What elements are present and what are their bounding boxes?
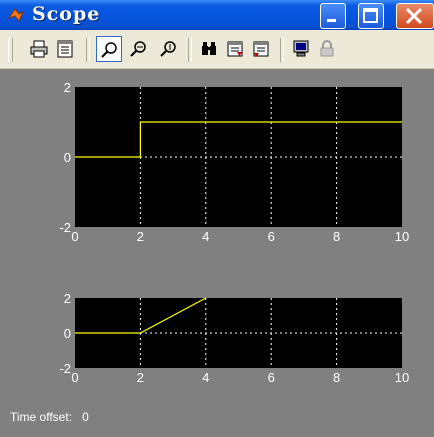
- close-icon: [405, 7, 423, 25]
- minimize-icon: [327, 19, 336, 22]
- zoom-button[interactable]: [96, 36, 122, 62]
- x-tick-label: 4: [202, 229, 209, 244]
- zoom-icon: [101, 42, 117, 58]
- parameters-button[interactable]: [52, 36, 78, 62]
- scope-window: Scope 0 2 4 6 8 10 2 0 -2 0 2 4 6 8 10 2…: [0, 0, 434, 437]
- zoom-x-icon: [130, 41, 146, 57]
- x-tick-label: 2: [137, 370, 144, 385]
- x-tick-label: 10: [395, 370, 409, 385]
- restore-axes-icon: [253, 41, 269, 57]
- y-tick-label: 2: [64, 80, 71, 95]
- status-bar: Time offset: 0: [10, 410, 89, 424]
- minimize-button[interactable]: [320, 3, 346, 29]
- x-tick-label: 0: [71, 370, 78, 385]
- scope-plots: 0 2 4 6 8 1020-20 2 4 6 8 1020-2: [59, 80, 409, 385]
- y-tick-label: -2: [59, 220, 71, 235]
- y-tick-label: 0: [64, 326, 71, 341]
- lock-icon: [320, 40, 334, 57]
- zoom-y-icon: [160, 41, 176, 57]
- lock-axes-button[interactable]: [314, 36, 340, 62]
- x-tick-label: 6: [268, 229, 275, 244]
- toolbar-separator: [86, 38, 90, 62]
- title-bar[interactable]: Scope: [0, 0, 434, 30]
- toolbar-separator: [188, 38, 192, 62]
- x-tick-label: 6: [268, 370, 275, 385]
- toolbar-separator: [280, 38, 284, 62]
- floating-scope-button[interactable]: [288, 36, 314, 62]
- time-offset-label: Time offset:: [10, 410, 73, 424]
- toolbar-grip[interactable]: [8, 38, 13, 62]
- maximize-button[interactable]: [358, 3, 384, 29]
- save-axes-icon: [227, 41, 243, 57]
- y-tick-label: 0: [64, 150, 71, 165]
- x-tick-label: 8: [333, 229, 340, 244]
- x-tick-label: 10: [395, 229, 409, 244]
- save-axes-button[interactable]: [222, 36, 248, 62]
- time-offset-value: 0: [82, 410, 89, 424]
- y-tick-label: 2: [64, 291, 71, 306]
- x-tick-label: 0: [71, 229, 78, 244]
- close-button[interactable]: [396, 3, 434, 29]
- restore-axes-button[interactable]: [248, 36, 274, 62]
- window-title: Scope: [32, 3, 101, 25]
- printer-icon: [30, 40, 48, 58]
- x-tick-label: 2: [137, 229, 144, 244]
- parameters-icon: [57, 40, 73, 58]
- binoculars-icon: [202, 42, 216, 55]
- x-tick-label: 8: [333, 370, 340, 385]
- print-button[interactable]: [26, 36, 52, 62]
- matlab-icon: [7, 8, 25, 22]
- zoom-y-button[interactable]: [156, 36, 182, 62]
- zoom-x-button[interactable]: [126, 36, 152, 62]
- toolbar: [0, 30, 434, 69]
- monitor-icon: [293, 40, 309, 57]
- maximize-icon: [363, 8, 378, 23]
- autoscale-button[interactable]: [196, 36, 222, 62]
- x-tick-label: 4: [202, 370, 209, 385]
- y-tick-label: -2: [59, 361, 71, 376]
